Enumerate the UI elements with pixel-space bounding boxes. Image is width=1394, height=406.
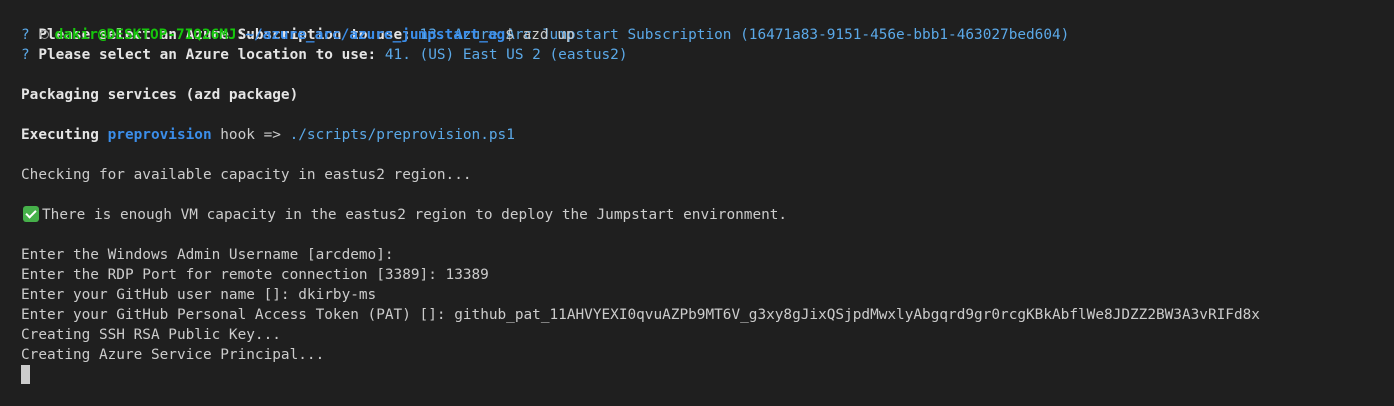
prompt-command: azd up [513, 27, 575, 43]
location-label: Please select an Azure location to use: [38, 47, 385, 63]
terminal-cursor[interactable] [21, 365, 30, 384]
github-pat-line: Enter your GitHub Personal Access Token … [21, 305, 1394, 325]
location-value: 41. (US) East US 2 (eastus2) [384, 47, 628, 63]
prompt-path: ~/azure_arc/azure_jumpstart_ag [245, 27, 506, 43]
admin-username-prompt: Enter the Windows Admin Username [arcdem… [21, 247, 394, 263]
capacity-ok-line: There is enough VM capacity in the eastu… [21, 205, 1394, 225]
command-decoration-circle-icon[interactable] [39, 29, 49, 39]
rdp-port-value: 13389 [445, 267, 489, 283]
rdp-port-line: Enter the RDP Port for remote connection… [21, 265, 1394, 285]
checking-capacity-line: Checking for available capacity in eastu… [21, 167, 472, 183]
executing-hook-line: Executing preprovision hook => ./scripts… [21, 125, 1394, 145]
executing-label: Executing [21, 127, 108, 143]
cursor-line [21, 365, 1394, 385]
command-prompt-line: dakir@DESKTOP-7IQ26MJ:~/azure_arc/azure_… [5, 5, 1378, 43]
github-pat-prompt: Enter your GitHub Personal Access Token … [21, 307, 455, 323]
hook-arrow: hook => [211, 127, 290, 143]
github-pat-value: github_pat_11AHVYEXI0qvuAZPb9MT6V_g3xy8g… [454, 307, 1260, 323]
github-user-line: Enter your GitHub user name []: dkirby-m… [21, 285, 1394, 305]
prompt-symbol: $ [505, 27, 514, 43]
terminal-output[interactable]: dakir@DESKTOP-7IQ26MJ:~/azure_arc/azure_… [0, 0, 1394, 406]
prompt-user-host: dakir@DESKTOP-7IQ26MJ [54, 27, 237, 43]
github-user-value: dkirby-ms [298, 287, 377, 303]
admin-username-line: Enter the Windows Admin Username [arcdem… [21, 245, 1394, 265]
prompt-separator: : [236, 27, 246, 43]
creating-service-principal-line: Creating Azure Service Principal... [21, 347, 325, 363]
hook-name: preprovision [107, 127, 212, 143]
creating-ssh-key-line: Creating SSH RSA Public Key... [21, 327, 281, 343]
question-marker: ? [21, 47, 39, 63]
location-selection-line: ? Please select an Azure location to use… [21, 45, 1394, 65]
hook-script-path: ./scripts/preprovision.ps1 [289, 127, 515, 143]
github-user-prompt: Enter your GitHub user name []: [21, 287, 299, 303]
check-mark-icon [23, 205, 39, 222]
rdp-port-prompt: Enter the RDP Port for remote connection… [21, 267, 446, 283]
capacity-ok-text: There is enough VM capacity in the eastu… [42, 207, 788, 223]
packaging-line: Packaging services (azd package) [21, 87, 299, 103]
